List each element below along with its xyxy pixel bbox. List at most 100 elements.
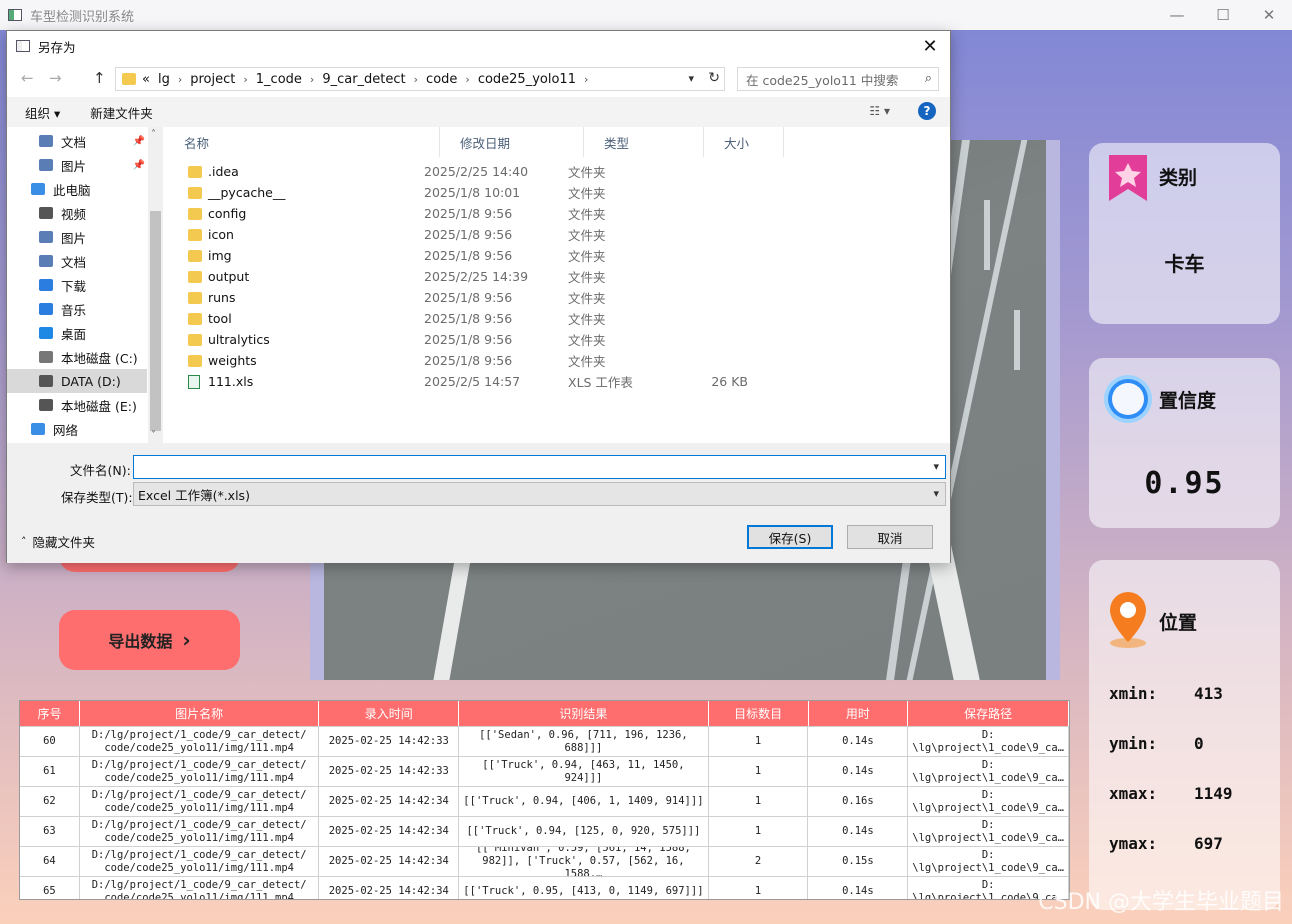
up-arrow-icon[interactable]: ↑ bbox=[93, 69, 106, 87]
nav-item-label: 视频 bbox=[61, 206, 87, 222]
table-row[interactable]: 61 D:/lg/project/1_code/9_car_detect/ cod… bbox=[20, 756, 1069, 786]
table-row[interactable]: 63 D:/lg/project/1_code/9_car_detect/ cod… bbox=[20, 816, 1069, 846]
nav-item[interactable]: 此电脑 bbox=[7, 177, 147, 201]
organize-menu[interactable]: 组织 ▾ bbox=[25, 103, 60, 122]
col-header-image-name[interactable]: 图片名称 bbox=[80, 701, 320, 726]
table-row[interactable]: 64 D:/lg/project/1_code/9_car_detect/ cod… bbox=[20, 846, 1069, 876]
nav-item[interactable]: 图片 bbox=[7, 225, 147, 249]
breadcrumb-overflow[interactable]: « bbox=[142, 72, 150, 87]
hide-folders-toggle[interactable]: ˄ 隐藏文件夹 bbox=[21, 532, 95, 551]
refresh-icon[interactable]: ↻ bbox=[708, 70, 720, 86]
file-row[interactable]: config 2025/1/8 9:56 文件夹 bbox=[164, 203, 804, 224]
breadcrumb-item[interactable]: project bbox=[190, 72, 235, 87]
table-row[interactable]: 62 D:/lg/project/1_code/9_car_detect/ cod… bbox=[20, 786, 1069, 816]
col-header-entry-time[interactable]: 录入时间 bbox=[319, 701, 460, 726]
nav-item-label: 文档 bbox=[61, 254, 87, 270]
cell-result: [['Truck', 0.94, [463, 11, 1450, 924]]] bbox=[459, 757, 709, 786]
nav-item[interactable]: 桌面 bbox=[7, 321, 147, 345]
file-row[interactable]: img 2025/1/8 9:56 文件夹 bbox=[164, 245, 804, 266]
filename-input[interactable]: ▾ bbox=[133, 455, 946, 479]
address-bar[interactable]: « lg › project › 1_code › 9_car_detect › cod… bbox=[115, 67, 725, 91]
scroll-down-icon[interactable]: ˅ bbox=[151, 430, 156, 441]
dialog-titlebar: 另存为 ✕ bbox=[7, 31, 950, 61]
breadcrumb-item[interactable]: code bbox=[426, 72, 457, 87]
nav-item[interactable]: 音乐 bbox=[7, 297, 147, 321]
nav-item[interactable]: 下载 bbox=[7, 273, 147, 297]
view-options-icon[interactable]: ☷ ▾ bbox=[869, 104, 890, 118]
col-header-time-used[interactable]: 用时 bbox=[809, 701, 909, 726]
search-input[interactable]: 在 code25_yolo11 中搜索 ⌕ bbox=[737, 67, 939, 91]
scroll-thumb[interactable] bbox=[150, 211, 161, 431]
nav-item[interactable]: 图片 📌 bbox=[7, 153, 147, 177]
nav-item[interactable]: 文档 📌 bbox=[7, 129, 147, 153]
file-row[interactable]: tool 2025/1/8 9:56 文件夹 bbox=[164, 308, 804, 329]
col-type[interactable]: 类型 bbox=[584, 127, 704, 157]
close-button[interactable]: ✕ bbox=[1246, 0, 1292, 30]
nav-item[interactable]: 网络 bbox=[7, 417, 147, 441]
folder-icon bbox=[188, 207, 202, 220]
maximize-button[interactable]: ☐ bbox=[1200, 0, 1246, 30]
breadcrumb-item[interactable]: 9_car_detect bbox=[322, 72, 405, 87]
forward-arrow-icon[interactable]: → bbox=[49, 69, 62, 87]
nav-item[interactable]: 视频 bbox=[7, 201, 147, 225]
file-name-cell: config bbox=[164, 206, 424, 221]
table-row[interactable]: 60 D:/lg/project/1_code/9_car_detect/ cod… bbox=[20, 726, 1069, 756]
file-row[interactable]: ultralytics 2025/1/8 9:56 文件夹 bbox=[164, 329, 804, 350]
minimize-button[interactable]: — bbox=[1154, 0, 1200, 30]
breadcrumb-item[interactable]: code25_yolo11 bbox=[478, 72, 576, 87]
file-type: 文件夹 bbox=[568, 249, 606, 264]
file-date: 2025/1/8 9:56 bbox=[424, 248, 513, 263]
breadcrumb-separator-icon: › bbox=[309, 72, 315, 86]
file-row[interactable]: 111.xls 2025/2/5 14:57 XLS 工作表 26 KB bbox=[164, 371, 804, 392]
table-header: 序号 图片名称 录入时间 识别结果 目标数目 用时 保存路径 bbox=[20, 701, 1069, 726]
dialog-close-button[interactable]: ✕ bbox=[918, 35, 942, 57]
nav-item[interactable]: 文档 bbox=[7, 249, 147, 273]
nav-item-label: 文档 bbox=[61, 134, 87, 150]
filetype-select[interactable]: Excel 工作簿(*.xls) ▾ bbox=[133, 482, 946, 506]
file-row[interactable]: .idea 2025/2/25 14:40 文件夹 bbox=[164, 161, 804, 182]
file-row[interactable]: runs 2025/1/8 9:56 文件夹 bbox=[164, 287, 804, 308]
col-header-target-count[interactable]: 目标数目 bbox=[709, 701, 809, 726]
file-row[interactable]: weights 2025/1/8 9:56 文件夹 bbox=[164, 350, 804, 371]
folder-icon bbox=[188, 270, 202, 283]
chevron-down-icon[interactable]: ▾ bbox=[933, 487, 939, 500]
cell-save-path: D: \lg\project\1_code\9_ca… bbox=[908, 727, 1069, 756]
file-type: 文件夹 bbox=[568, 291, 606, 306]
help-icon[interactable]: ? bbox=[918, 102, 936, 120]
scroll-up-icon[interactable]: ˄ bbox=[151, 129, 156, 140]
file-row[interactable]: output 2025/2/25 14:39 文件夹 bbox=[164, 266, 804, 287]
nav-item[interactable]: 本地磁盘 (E:) bbox=[7, 393, 147, 417]
pin-icon: 📌 bbox=[132, 159, 145, 171]
col-header-save-path[interactable]: 保存路径 bbox=[908, 701, 1069, 726]
chevron-down-icon[interactable]: ▾ bbox=[933, 460, 939, 473]
nav-item[interactable]: 本地磁盘 (C:) bbox=[7, 345, 147, 369]
new-folder-button[interactable]: 新建文件夹 bbox=[90, 103, 153, 122]
col-size[interactable]: 大小 bbox=[704, 127, 784, 157]
document-icon bbox=[39, 255, 53, 267]
chevron-down-icon[interactable]: ▾ bbox=[688, 72, 694, 85]
col-date[interactable]: 修改日期 bbox=[440, 127, 584, 157]
nav-item-label: 此电脑 bbox=[53, 182, 91, 198]
breadcrumb-item[interactable]: lg bbox=[158, 72, 170, 87]
nav-item[interactable]: DATA (D:) bbox=[7, 369, 147, 393]
hide-folders-label: 隐藏文件夹 bbox=[32, 535, 96, 550]
cancel-button[interactable]: 取消 bbox=[847, 525, 933, 549]
category-card: 类别 卡车 bbox=[1089, 143, 1280, 324]
col-header-index[interactable]: 序号 bbox=[20, 701, 80, 726]
navigation-scrollbar[interactable]: ˄ ˅ bbox=[148, 127, 163, 443]
back-arrow-icon[interactable]: ← bbox=[21, 69, 34, 87]
save-button[interactable]: 保存(S) bbox=[747, 525, 833, 549]
export-data-button[interactable]: 导出数据 › bbox=[59, 610, 240, 670]
file-row[interactable]: icon 2025/1/8 9:56 文件夹 bbox=[164, 224, 804, 245]
window-controls: — ☐ ✕ bbox=[1154, 0, 1292, 30]
cell-entry-time: 2025-02-25 14:42:33 bbox=[319, 757, 460, 786]
cell-time-used: 0.14s bbox=[808, 757, 909, 786]
breadcrumb-item[interactable]: 1_code bbox=[256, 72, 302, 87]
col-header-result[interactable]: 识别结果 bbox=[459, 701, 709, 726]
ymin-row: ymin: 0 bbox=[1109, 734, 1204, 753]
nav-item-label: 图片 bbox=[61, 230, 87, 246]
file-row[interactable]: __pycache__ 2025/1/8 10:01 文件夹 bbox=[164, 182, 804, 203]
results-table[interactable]: 序号 图片名称 录入时间 识别结果 目标数目 用时 保存路径 60 D:/lg/p… bbox=[19, 700, 1070, 900]
table-row[interactable]: 65 D:/lg/project/1_code/9_car_detect/ cod… bbox=[20, 876, 1069, 899]
col-name[interactable]: 名称 bbox=[164, 127, 440, 157]
